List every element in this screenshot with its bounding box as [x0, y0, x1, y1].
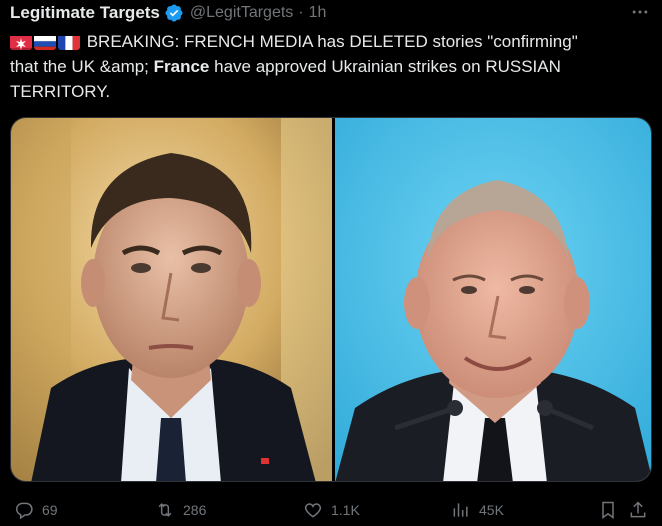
share-icon — [630, 501, 646, 518]
tweet-text-line-2-prefix: that the UK &amp; — [10, 57, 154, 76]
verified-badge-icon[interactable] — [164, 3, 184, 23]
media-attachment[interactable] — [10, 117, 652, 482]
left-photo[interactable] — [11, 118, 332, 481]
post-time[interactable]: 1h — [309, 4, 327, 22]
tweet-text: BREAKING: FRENCH MEDIA has DELETED stori… — [10, 29, 652, 104]
author-handle[interactable]: @LegitTargets — [190, 4, 293, 22]
share-button[interactable] — [628, 495, 648, 525]
tweet-text-line-3: TERRITORY. — [10, 82, 111, 101]
tweet-text-bold-word: France — [153, 57, 210, 76]
repost-count: 286 — [183, 502, 207, 518]
tweet-text-line-1: BREAKING: FRENCH MEDIA has DELETED stori… — [10, 29, 652, 54]
bookmark-button[interactable] — [598, 495, 618, 525]
bookmark-icon — [602, 501, 614, 519]
tweet-text-line-2-suffix: have approved Ukrainian strikes on RUSSI… — [209, 57, 561, 76]
view-count: 45K — [479, 502, 504, 518]
analytics-icon — [453, 503, 468, 517]
russia-flag-icon — [34, 34, 56, 50]
views-button[interactable]: 45K — [451, 495, 504, 525]
more-options-icon[interactable] — [628, 0, 652, 24]
tweet-header: Legitimate Targets @LegitTargets · 1h — [10, 2, 652, 24]
siren-icon — [10, 34, 32, 50]
like-button[interactable]: 1.1K — [303, 495, 360, 525]
action-bar: 69 286 1.1K 45K — [10, 495, 652, 525]
reply-icon — [15, 502, 33, 520]
separator-dot: · — [298, 4, 304, 21]
repost-icon — [158, 503, 172, 517]
like-count: 1.1K — [331, 502, 360, 518]
author-name[interactable]: Legitimate Targets — [10, 3, 160, 23]
repost-button[interactable]: 286 — [155, 495, 206, 525]
reply-count: 69 — [42, 502, 58, 518]
heart-icon — [304, 503, 322, 518]
tweet-text-line-2: that the UK &amp; France have approved U… — [10, 54, 652, 79]
reply-button[interactable]: 69 — [14, 495, 58, 525]
right-photo[interactable] — [335, 118, 651, 481]
france-flag-icon — [58, 34, 80, 50]
tweet-text-line-1-content: BREAKING: FRENCH MEDIA has DELETED stori… — [82, 32, 578, 51]
